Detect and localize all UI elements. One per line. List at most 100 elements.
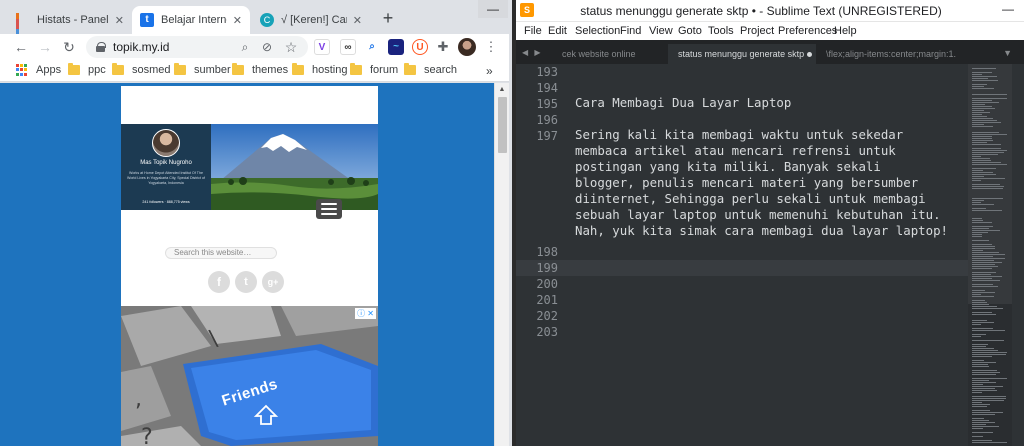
minimap-text-line <box>972 220 983 221</box>
forward-icon[interactable]: → <box>36 38 54 56</box>
tab-histats[interactable]: Histats - Panel Ke ✕ <box>8 6 132 34</box>
minimap-text-line <box>972 102 999 103</box>
minimize-button[interactable]: — <box>478 0 508 18</box>
eye-slash-icon[interactable]: ⊘ <box>258 38 276 56</box>
bookmark-apps[interactable]: Apps <box>16 64 61 76</box>
reload-icon[interactable]: ↻ <box>60 38 78 56</box>
minimap-text-line <box>972 174 996 175</box>
scrollbar-thumb[interactable] <box>498 97 507 153</box>
menu-file[interactable]: File <box>524 25 542 37</box>
minimap-text-line <box>972 384 983 385</box>
minimap-text-line <box>972 268 992 269</box>
tab-css-snippet[interactable]: \flex;align-items:center;margin:1. <box>816 44 992 64</box>
facebook-icon[interactable]: f <box>208 271 230 293</box>
menu-project[interactable]: Project <box>740 25 774 37</box>
ad-banner[interactable]: \ , ? Friends ⓘ ✕ <box>121 306 378 446</box>
tab-cek-website[interactable]: cek website online <box>552 44 670 64</box>
minimap-text-line <box>972 264 995 265</box>
minimap-text-line <box>972 314 996 315</box>
minimap-text-line <box>972 186 1004 187</box>
menu-find[interactable]: Find <box>620 25 641 37</box>
bookmark-sosmed[interactable]: sosmed <box>112 63 171 76</box>
page-scrollbar[interactable]: ▲ <box>494 83 509 446</box>
minimap-text-line <box>972 100 992 101</box>
extension-link-icon[interactable]: ∞ <box>340 39 356 55</box>
title-bar: S status menunggu generate sktp • - Subl… <box>516 0 1024 22</box>
minimap-text-line <box>972 80 998 81</box>
extension-wave-icon[interactable]: ~ <box>388 39 404 55</box>
menu-help[interactable]: Help <box>834 25 857 37</box>
minimap-text-line <box>972 428 983 429</box>
menu-bar: File Edit Selection Find View Goto Tools… <box>516 22 1024 40</box>
site-search-input[interactable]: Search this website… <box>165 247 277 259</box>
tab-list-dropdown-icon[interactable]: ▼ <box>1003 48 1012 58</box>
minimap-text-line <box>972 236 982 237</box>
tab-nav-arrows-icon[interactable]: ◀ ▶ <box>522 48 543 57</box>
back-icon[interactable]: ← <box>12 38 30 56</box>
close-icon[interactable]: ✕ <box>353 14 362 27</box>
minimap-text-line <box>972 328 993 329</box>
minimap-text-line <box>972 340 1004 341</box>
hamburger-menu-button[interactable] <box>316 199 342 219</box>
tab-title: √ [Keren!] Cara M <box>281 14 347 26</box>
star-icon[interactable]: ☆ <box>282 38 300 56</box>
bookmark-sumber[interactable]: sumber <box>174 63 231 76</box>
bookmark-search[interactable]: search <box>404 63 457 76</box>
menu-goto[interactable]: Goto <box>678 25 702 37</box>
folder-icon <box>350 63 362 75</box>
menu-preferences[interactable]: Preferences <box>778 25 837 37</box>
minimap-text-line <box>972 140 993 141</box>
tab-keren[interactable]: C √ [Keren!] Cara M ✕ <box>252 6 370 34</box>
extension-v-icon[interactable]: V <box>314 39 330 55</box>
menu-selection[interactable]: Selection <box>575 25 620 37</box>
bookmark-ppc[interactable]: ppc <box>68 63 106 76</box>
scroll-up-icon[interactable]: ▲ <box>495 86 509 93</box>
minimap-text-line <box>972 144 1001 145</box>
minimap-text-line <box>972 392 982 393</box>
minimap-text-line <box>972 380 989 381</box>
minimap-text-line <box>972 136 992 137</box>
new-tab-button[interactable]: + <box>378 8 398 29</box>
bookmark-themes[interactable]: themes <box>232 63 288 76</box>
puzzle-icon[interactable]: ✚ <box>434 38 452 56</box>
tab-belajar-internet[interactable]: t Belajar Internet - ✕ <box>132 6 250 34</box>
editor-area[interactable]: 193 194 195 196 197 198 199 200 201 202 … <box>516 64 1024 446</box>
menu-view[interactable]: View <box>649 25 673 37</box>
adchoices-icon[interactable]: ⓘ ✕ <box>355 308 376 319</box>
google-plus-icon[interactable]: g+ <box>262 271 284 293</box>
twitter-icon[interactable]: t <box>235 271 257 293</box>
minimize-button[interactable]: — <box>996 2 1020 16</box>
line-number: 200 <box>536 277 558 291</box>
avatar[interactable] <box>458 38 476 56</box>
tab-strip: Histats - Panel Ke ✕ t Belajar Internet … <box>0 0 512 34</box>
more-vert-icon[interactable]: ⋮ <box>482 38 500 56</box>
minimap-text-line <box>972 150 1007 151</box>
minimap-text-line <box>972 244 992 245</box>
minimap-text-line <box>972 360 984 361</box>
menu-tools[interactable]: Tools <box>708 25 734 37</box>
minimap-text-line <box>972 106 992 107</box>
tab-status-sktp[interactable]: status menunggu generate sktp <box>668 44 816 64</box>
minimap[interactable] <box>968 64 1012 446</box>
minimap-text-line <box>972 432 993 433</box>
bookmark-hosting[interactable]: hosting <box>292 63 347 76</box>
minimap-text-line <box>972 390 997 391</box>
minimap-text-line <box>972 398 1006 399</box>
bookmarks-more-button[interactable]: » <box>486 64 493 78</box>
line-number: 197 <box>536 129 558 143</box>
minimap-text-line <box>972 142 987 143</box>
minimap-text-line <box>972 346 986 347</box>
editor-scrollbar[interactable] <box>1014 64 1024 446</box>
minimap-text-line <box>972 440 992 441</box>
extension-u-icon[interactable]: U <box>412 39 428 55</box>
minimap-text-line <box>972 208 986 209</box>
profile-bio: Works at Home Depot Attended Institut Of… <box>127 171 205 185</box>
minimap-text-line <box>972 226 993 227</box>
close-icon[interactable]: ✕ <box>115 14 124 27</box>
bookmark-forum[interactable]: forum <box>350 63 398 76</box>
zoom-icon[interactable]: ⌕ <box>236 38 254 56</box>
menu-edit[interactable]: Edit <box>548 25 567 37</box>
extension-search-icon[interactable]: ⌕ <box>364 39 380 55</box>
page-viewport: Mas Topik Nugroho Works at Home Depot At… <box>0 83 494 446</box>
close-icon[interactable]: ✕ <box>233 14 242 27</box>
